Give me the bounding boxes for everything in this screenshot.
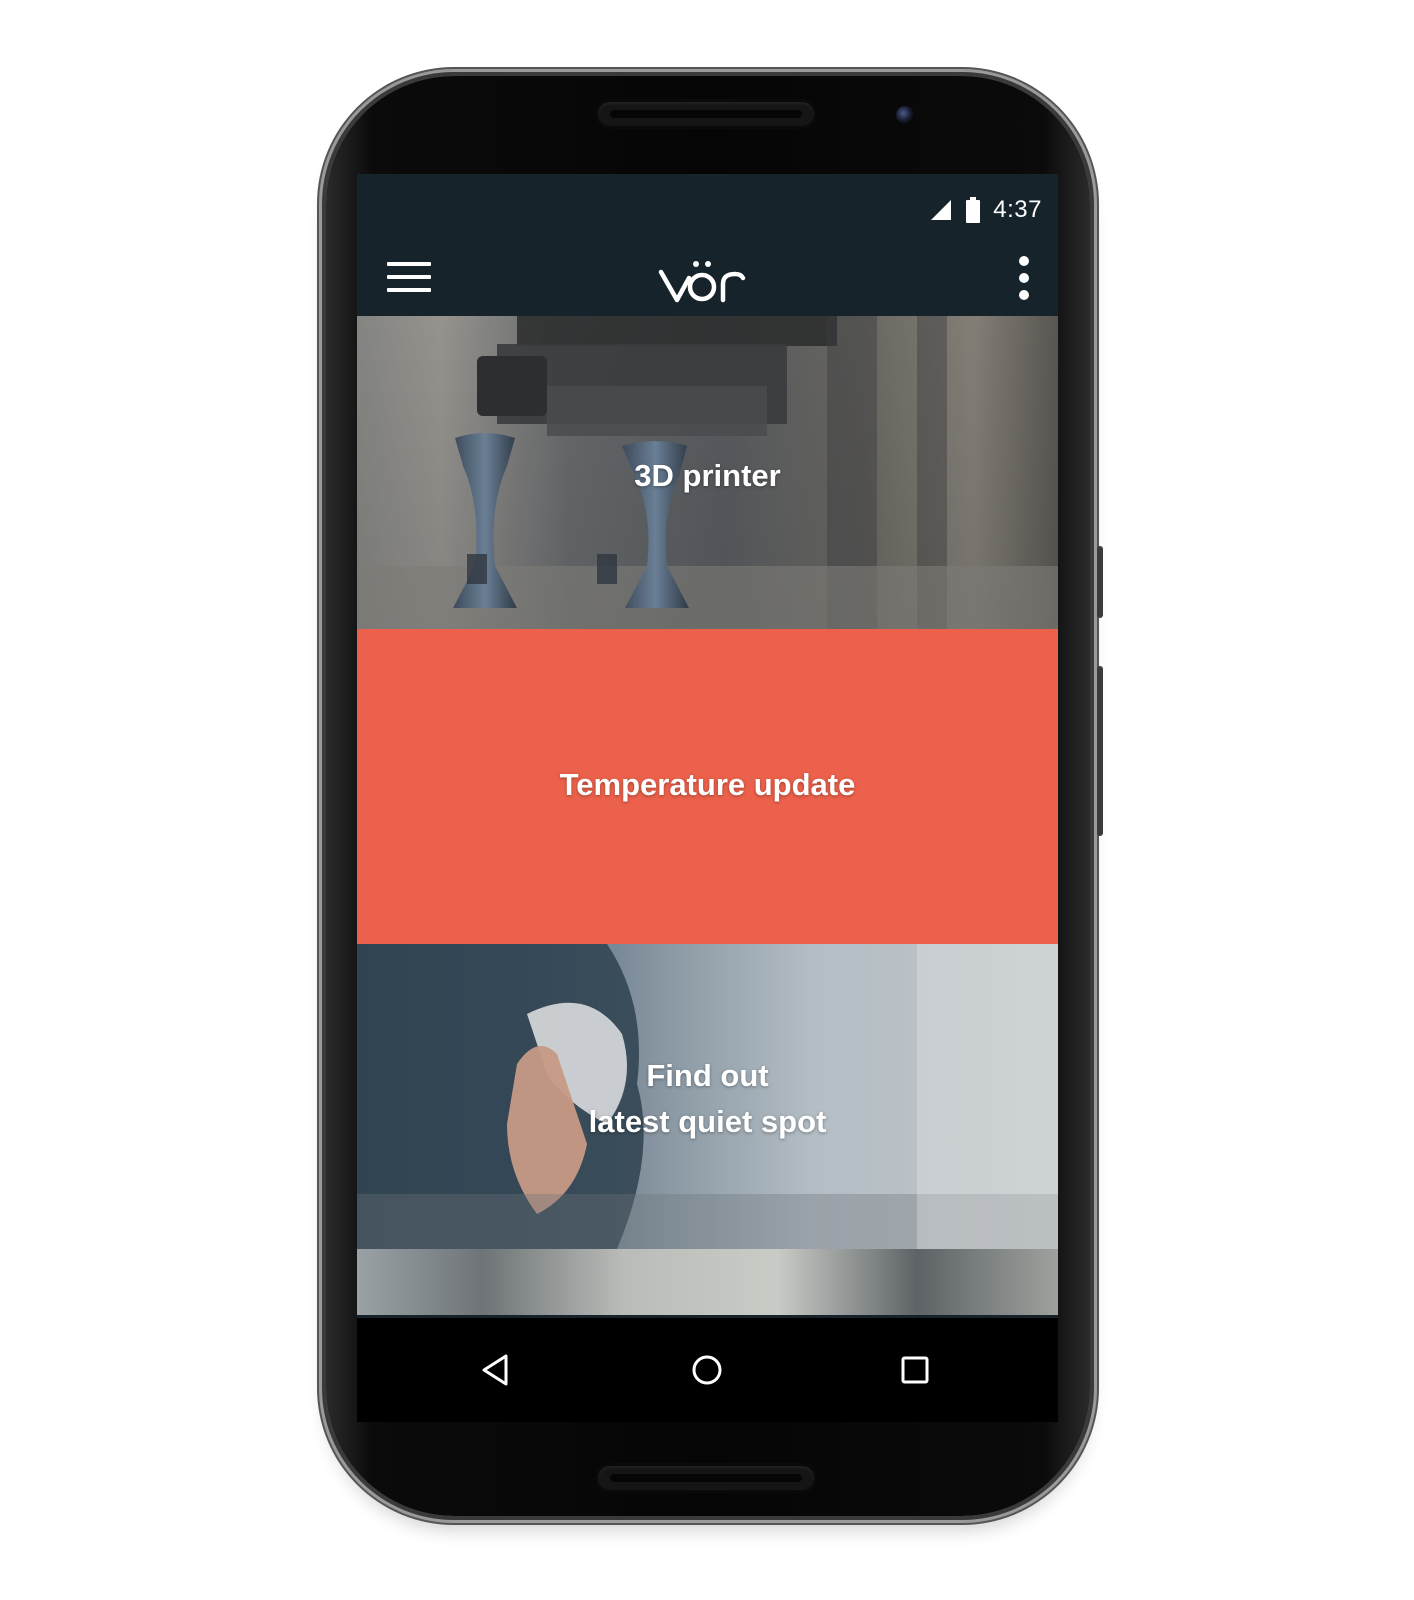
recents-square-icon[interactable] [895, 1350, 935, 1390]
top-speaker-grille [598, 102, 814, 126]
card-title-quiet-line2: latest quiet spot [588, 1104, 827, 1139]
card-title-quiet-line1: Find out [646, 1058, 769, 1093]
card-quiet-spot[interactable]: Find out latest quiet spot [357, 944, 1058, 1249]
navigation-bar [357, 1318, 1058, 1422]
battery-icon [966, 197, 981, 223]
vor-logo [658, 261, 746, 303]
power-button [1097, 546, 1103, 618]
phone-body: 4:37 3D printer Temperature update Find … [326, 76, 1103, 1516]
home-circle-icon[interactable] [687, 1350, 727, 1390]
status-indicators: 4:37 [929, 196, 1042, 224]
app-bar [357, 240, 1058, 316]
bottom-speaker-grille [598, 1466, 814, 1490]
signal-icon [931, 200, 952, 220]
card-temperature-update[interactable]: Temperature update [357, 629, 1058, 944]
card-partial-next[interactable] [357, 1249, 1058, 1315]
back-triangle-icon[interactable] [476, 1350, 516, 1390]
screen: 4:37 3D printer Temperature update Find … [357, 174, 1058, 1422]
device-mockup: 4:37 3D printer Temperature update Find … [0, 0, 1414, 1600]
more-vertical-icon[interactable] [1012, 250, 1036, 306]
hamburger-menu-icon[interactable] [387, 258, 431, 298]
volume-rocker [1097, 666, 1103, 836]
status-bar: 4:37 [357, 174, 1058, 240]
card-title-temperature: Temperature update [559, 767, 856, 802]
front-camera [896, 106, 914, 124]
card-3d-printer[interactable]: 3D printer [357, 316, 1058, 629]
card-title-3d-printer: 3D printer [634, 458, 781, 493]
status-clock: 4:37 [993, 196, 1042, 223]
feed-list: 3D printer Temperature update Find out l… [357, 316, 1058, 1315]
